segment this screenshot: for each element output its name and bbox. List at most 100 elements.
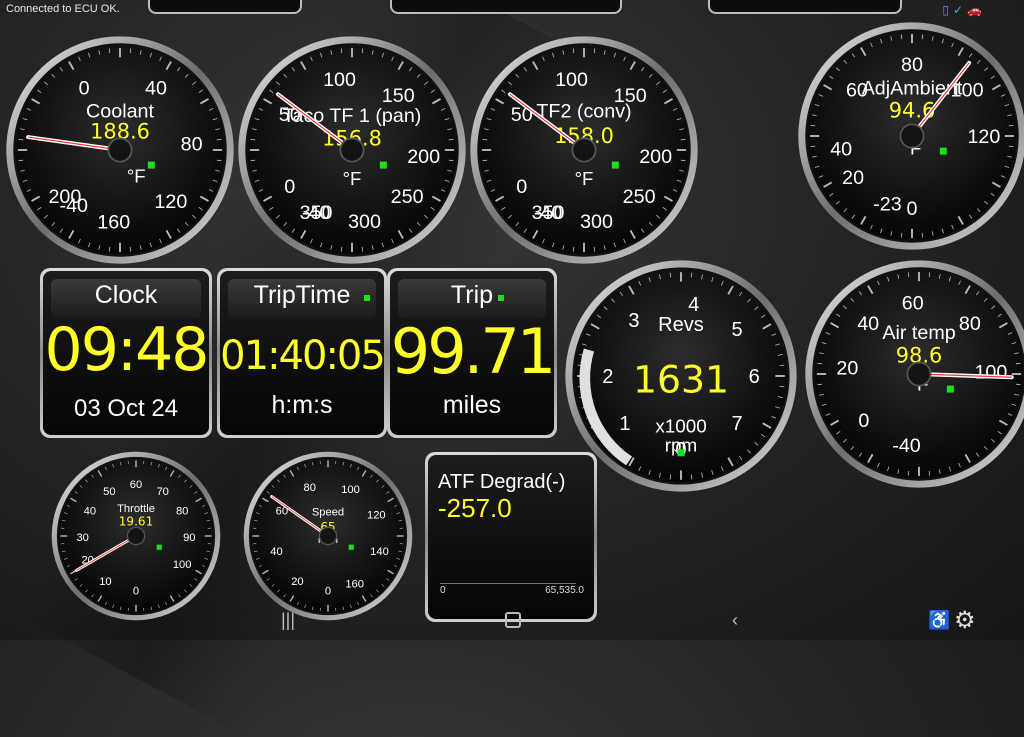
gauge-hub <box>340 138 363 161</box>
gauge-hub <box>127 527 144 544</box>
status-text: Connected to ECU OK. <box>6 3 120 15</box>
air-temp-gauge[interactable]: -40020406080100Air temp98.6°F <box>803 258 1024 490</box>
status-indicator <box>677 449 684 456</box>
accessibility-icon[interactable]: ♿ <box>928 610 950 631</box>
gauge-tick-label: 100 <box>323 69 356 91</box>
tf2-unit: °F <box>575 168 594 189</box>
gauge-tick-label: 40 <box>830 138 852 160</box>
status-indicator <box>380 162 387 169</box>
gauge-tick-label: 0 <box>79 78 90 100</box>
clock-date: 03 Oct 24 <box>43 395 209 423</box>
gauge-tick-label: 100 <box>173 559 192 571</box>
atf-title: ATF Degrad(-) <box>438 471 565 494</box>
gauge-tick-label: 120 <box>967 126 1000 148</box>
trip-unit: miles <box>390 391 554 420</box>
gauge-tick-label: 100 <box>341 484 360 496</box>
atf-degrad-panel[interactable]: ATF Degrad(-) -257.0 0 65,535.0 <box>425 452 597 622</box>
taco-tf1-label: Taco TF 1 (pan) <box>283 105 422 127</box>
trip-panel[interactable]: Trip 99.71 miles <box>387 268 557 438</box>
throttle-value: 19.61 <box>119 515 153 529</box>
gauge-tick-label: 100 <box>555 69 588 91</box>
top-gauge-edge <box>148 0 302 14</box>
gauge-tick-label: 80 <box>176 506 188 518</box>
revs-gauge[interactable]: 01234567Revs1631x1000rpm <box>563 258 799 494</box>
gauge-tick-label: 3 <box>628 310 639 332</box>
speed-gauge[interactable]: 020406080100120140160Speed65mph <box>242 450 414 622</box>
gauge-tick-label: 0 <box>516 176 527 198</box>
gauge-tick-label: 20 <box>836 358 858 380</box>
air-temp-dial: -40020406080100Air temp98.6°F <box>803 258 1024 490</box>
gauge-tick-label: 0 <box>133 585 139 597</box>
gauge-tick-label: 70 <box>156 486 168 498</box>
gauge-tick-label: 100 <box>974 361 1007 383</box>
throttle-gauge[interactable]: 0102030405060708090100Throttle19.61% <box>50 450 222 622</box>
gauge-tick-label: 300 <box>348 211 381 233</box>
status-indicator <box>349 545 354 550</box>
settings-gear-icon[interactable]: ⚙ <box>954 606 976 635</box>
revs-unit: x1000 <box>655 416 706 437</box>
gauge-tick-label: 40 <box>857 313 879 335</box>
gauge-tick-label: -40 <box>892 435 921 457</box>
adj-ambient-dial: -23020406080100120AdjAmbient94.6°F <box>796 20 1024 252</box>
gauge-tick-label: 40 <box>270 546 282 558</box>
adj-ambient-value: 94.6 <box>889 98 935 122</box>
triptime-unit: h:m:s <box>220 391 384 420</box>
gauge-tick-label: 160 <box>97 212 130 234</box>
tf2-gauge[interactable]: -40050100150200250300350TF2 (conv)158.0°… <box>468 34 700 266</box>
recent-apps-icon[interactable]: ||| <box>281 610 295 631</box>
gauge-tick-label: 120 <box>154 191 187 213</box>
bluetooth-icon: ✓ <box>953 3 963 17</box>
gauge-tick-label: 200 <box>639 146 672 168</box>
atf-axis-min: 0 <box>440 585 446 596</box>
air-temp-label: Air temp <box>882 322 955 344</box>
speed-label: Speed <box>312 506 344 518</box>
clock-value: 09:48 <box>43 315 209 385</box>
status-indicator <box>612 162 619 169</box>
triptime-panel[interactable]: TripTime 01:40:05 h:m:s <box>217 268 387 438</box>
gauge-tick-label: 40 <box>84 506 96 518</box>
throttle-label: Throttle <box>117 503 155 515</box>
gauge-tick-label: 40 <box>145 78 167 100</box>
gauge-tick-label: 5 <box>731 319 742 341</box>
atf-axis-line <box>440 583 576 584</box>
gauge-tick-label: 0 <box>284 176 295 198</box>
adj-ambient-gauge[interactable]: -23020406080100120AdjAmbient94.6°F <box>796 20 1024 252</box>
navigation-bar: ||| ‹ ♿ ⚙ <box>0 600 1024 640</box>
gauge-hub <box>907 362 930 385</box>
gauge-tick-label: -23 <box>873 194 902 216</box>
gauge-tick-label: 0 <box>907 198 918 220</box>
trip-title: Trip <box>390 281 554 310</box>
taco-tf1-gauge[interactable]: -40050100150200250300350Taco TF 1 (pan)1… <box>236 34 468 266</box>
top-gauge-edge <box>708 0 902 14</box>
coolant-gauge[interactable]: -4004080120160200Coolant188.6°F <box>4 34 236 266</box>
revs-dial: 01234567Revs1631x1000rpm <box>563 258 799 494</box>
status-indicator <box>157 545 162 550</box>
back-icon[interactable]: ‹ <box>732 610 738 631</box>
atf-value: -257.0 <box>438 493 512 524</box>
gauge-tick-label: 20 <box>842 167 864 189</box>
throttle-dial: 0102030405060708090100Throttle19.61% <box>50 450 222 622</box>
speed-dial: 020406080100120140160Speed65mph <box>242 450 414 622</box>
home-icon[interactable] <box>505 612 521 628</box>
clock-title: Clock <box>43 281 209 310</box>
gauge-tick-label: 2 <box>602 366 613 388</box>
status-indicator <box>148 162 155 169</box>
status-indicator <box>498 295 504 301</box>
gauge-tick-label: 50 <box>103 486 115 498</box>
gauge-tick-label: 160 <box>345 578 364 590</box>
gauge-tick-label: 350 <box>300 202 333 224</box>
gauge-tick-label: 90 <box>183 532 195 544</box>
gauge-tick-label: 0 <box>858 410 869 432</box>
gauge-tick-label: 0 <box>325 585 331 597</box>
clock-panel[interactable]: Clock 09:48 03 Oct 24 <box>40 268 212 438</box>
gauge-tick-label: 1 <box>619 413 630 435</box>
revs-label: Revs <box>658 314 704 336</box>
trip-value: 99.71 <box>390 315 554 388</box>
gauge-hub <box>572 138 595 161</box>
gauge-tick-label: 150 <box>382 85 415 107</box>
status-indicator <box>364 295 370 301</box>
gauge-tick-label: 80 <box>959 313 981 335</box>
gauge-tick-label: 200 <box>407 146 440 168</box>
gauge-tick-label: 80 <box>901 54 923 76</box>
gauge-tick-label: 120 <box>367 510 386 522</box>
